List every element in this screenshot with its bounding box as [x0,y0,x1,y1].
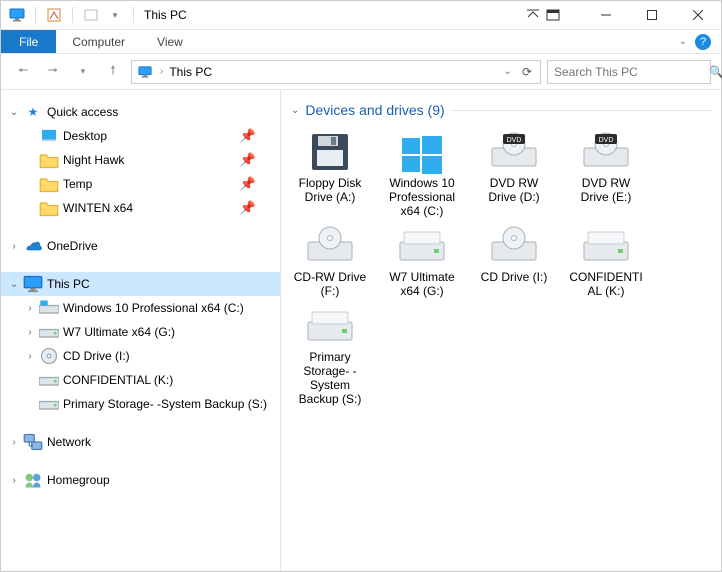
group-header-devices[interactable]: ⌄ Devices and drives (9) [291,102,711,118]
cd-drive-icon [488,224,540,268]
tab-file[interactable]: File [1,30,56,53]
ribbon-expand-icon[interactable]: ⌄ [679,36,687,47]
chevron-right-icon[interactable]: › [23,303,37,314]
windows-logo-icon [396,130,448,174]
qat-properties-icon[interactable] [44,5,64,25]
search-box[interactable]: 🔍 [547,60,711,84]
pin-icon: 📌 [240,128,280,144]
drive-windows-icon [39,298,59,318]
tab-computer[interactable]: Computer [56,30,141,53]
address-input[interactable] [169,65,497,79]
search-input[interactable] [554,65,709,79]
nav-qa-winten[interactable]: WINTEN x64 📌 [1,196,280,220]
nav-drive-c[interactable]: › Windows 10 Professional x64 (C:) [1,296,280,320]
chevron-right-icon[interactable]: › [7,475,21,486]
folder-icon [39,150,59,170]
ribbon: File Computer View ⌄ ? [1,30,721,54]
nav-qa-desktop[interactable]: Desktop 📌 [1,124,280,148]
ribbon-state-icon[interactable] [543,5,563,25]
tile-drive-k[interactable]: CONFIDENTIAL (K:) [567,224,645,298]
tile-drive-i[interactable]: CD Drive (I:) [475,224,553,298]
onedrive-icon [23,237,43,255]
nav-this-pc[interactable]: ⌄ This PC [1,272,280,296]
chevron-right-icon[interactable]: › [23,327,37,338]
address-bar: 🠔 🠖 ▾ 🠕 › ⌄ ⟳ 🔍 [1,54,721,90]
address-dropdown-icon[interactable]: ⌄ [504,66,512,77]
folder-icon [39,174,59,194]
tile-drive-a[interactable]: Floppy Disk Drive (A:) [291,130,369,218]
chevron-right-icon[interactable]: › [23,351,37,362]
group-header-label: Devices and drives (9) [305,102,444,118]
quick-access-toolbar: ▾ [1,5,138,25]
titlebar: ▾ This PC [1,1,721,30]
tile-drive-g[interactable]: W7 Ultimate x64 (G:) [383,224,461,298]
back-button[interactable]: 🠔 [11,60,35,84]
tile-drive-e[interactable]: DVD RW Drive (E:) [567,130,645,218]
tile-drive-d[interactable]: DVD RW Drive (D:) [475,130,553,218]
homegroup-icon [23,470,43,490]
drive-icon [39,322,59,342]
network-icon [23,432,43,452]
close-button[interactable] [675,1,721,30]
refresh-icon[interactable]: ⟳ [518,65,536,79]
tile-drive-s[interactable]: Primary Storage- -System Backup (S:) [291,304,369,406]
hdd-icon [580,224,632,268]
drive-grid: Floppy Disk Drive (A:) Windows 10 Profes… [291,130,711,406]
pin-icon: 📌 [240,152,280,168]
help-icon[interactable]: ? [695,34,711,50]
recent-dropdown[interactable]: ▾ [71,60,95,84]
hdd-icon [396,224,448,268]
pc-icon [23,274,43,294]
drive-icon [39,394,59,414]
qat-newfolder-icon[interactable] [81,5,101,25]
nav-drive-i[interactable]: › CD Drive (I:) [1,344,280,368]
nav-qa-nighthawk[interactable]: Night Hawk 📌 [1,148,280,172]
tile-drive-f[interactable]: CD-RW Drive (F:) [291,224,369,298]
nav-network[interactable]: › Network [1,430,280,454]
address-box[interactable]: › ⌄ ⟳ [131,60,541,84]
pin-icon: 📌 [240,200,280,216]
breadcrumb-sep: › [160,66,163,77]
nav-drive-k[interactable]: CONFIDENTIAL (K:) [1,368,280,392]
chevron-right-icon[interactable]: › [7,437,21,448]
search-icon[interactable]: 🔍 [709,65,722,79]
pin-icon: 📌 [240,176,280,192]
window-title: This PC [138,8,187,22]
nav-quick-access[interactable]: ⌄ ★ Quick access [1,100,280,124]
chevron-down-icon[interactable]: ⌄ [7,279,21,290]
cd-drive-icon [304,224,356,268]
up-button[interactable]: 🠕 [101,60,125,84]
minimize-button[interactable] [583,1,629,30]
chevron-right-icon[interactable]: › [7,241,21,252]
star-icon: ★ [23,105,43,119]
ribbon-min-icon[interactable] [523,5,543,25]
navigation-pane: ⌄ ★ Quick access Desktop 📌 Night Hawk 📌 … [1,90,281,571]
folder-icon [39,198,59,218]
dvd-drive-icon [488,130,540,174]
content-pane: ⌄ Devices and drives (9) Floppy Disk Dri… [281,90,721,571]
chevron-down-icon[interactable]: ⌄ [291,105,299,116]
nav-drive-s[interactable]: Primary Storage- -System Backup (S:) [1,392,280,416]
nav-onedrive[interactable]: › OneDrive [1,234,280,258]
chevron-down-icon[interactable]: ⌄ [7,107,21,118]
nav-qa-temp[interactable]: Temp 📌 [1,172,280,196]
dvd-drive-icon [580,130,632,174]
tab-view[interactable]: View [141,30,199,53]
cd-icon [39,346,59,366]
nav-homegroup[interactable]: › Homegroup [1,468,280,492]
pc-icon [136,65,154,79]
hdd-icon [304,304,356,348]
maximize-button[interactable] [629,1,675,30]
floppy-icon [304,130,356,174]
tile-drive-c[interactable]: Windows 10 Professional x64 (C:) [383,130,461,218]
nav-drive-g[interactable]: › W7 Ultimate x64 (G:) [1,320,280,344]
forward-button[interactable]: 🠖 [41,60,65,84]
app-icon[interactable] [7,5,27,25]
qat-dropdown-icon[interactable]: ▾ [105,5,125,25]
desktop-icon [39,129,59,143]
drive-icon [39,370,59,390]
